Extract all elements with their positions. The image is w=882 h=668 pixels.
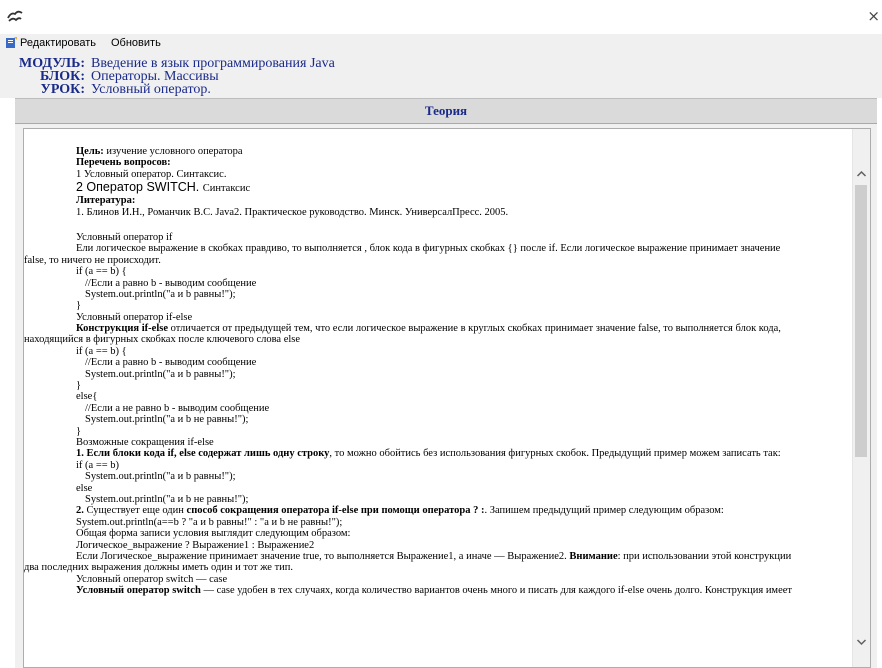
switch-desc: Условный оператор switch — case удобен в… bbox=[76, 585, 792, 597]
scroll-down-icon[interactable] bbox=[856, 637, 867, 647]
lesson-row: УРОК: Условный оператор. bbox=[0, 82, 211, 98]
edit-icon bbox=[6, 37, 17, 48]
code-line: //Если a равно b - выводим сообщение bbox=[85, 277, 257, 289]
short-1: 1. Если блоки кода if, else содержат лиш… bbox=[76, 448, 781, 460]
if-desc-1: Ели логическое выражение в скобках правд… bbox=[76, 243, 781, 255]
code-line: System.out.println(a==b ? "a и b равны!"… bbox=[76, 516, 343, 528]
menu-item-edit[interactable]: Редактировать bbox=[20, 37, 96, 49]
ifelse-title: Условный оператор if-else bbox=[76, 311, 193, 323]
code-line: System.out.println("a и b равны!"); bbox=[85, 288, 236, 300]
code-line: //Если a равно b - выводим сообщение bbox=[85, 357, 257, 369]
code-line: System.out.println("a и b не равны!"); bbox=[85, 493, 249, 505]
lesson-label: УРОК: bbox=[40, 82, 85, 97]
if-true-2: два последних выражения должны иметь оди… bbox=[24, 562, 294, 574]
literature-line: Литература: bbox=[76, 195, 136, 207]
code-line: if (a == b) { bbox=[76, 266, 127, 278]
code-line: } bbox=[76, 380, 82, 392]
tab-theory-label: Теория bbox=[424, 103, 468, 118]
title-bar: × bbox=[0, 0, 882, 34]
if-true-1: Если Логическое_выражение принимает знач… bbox=[76, 550, 792, 562]
scrollbar-thumb[interactable] bbox=[855, 185, 867, 457]
app-icon bbox=[7, 10, 23, 22]
lesson-info-panel: МОДУЛЬ: Введение в язык программирования … bbox=[0, 52, 882, 98]
form-expr: Логическое_выражение ? Выражение1 : Выра… bbox=[76, 539, 315, 551]
ifelse-desc-1: Конструкция if-else отличается от предыд… bbox=[76, 323, 781, 335]
lesson-value: Условный оператор. bbox=[91, 82, 211, 97]
ifelse-desc-2: находящийся в фигурных скобках после клю… bbox=[24, 334, 301, 346]
short-title: Возможные сокращения if-else bbox=[76, 436, 214, 448]
theory-text: Цель: изучение условного оператора Переч… bbox=[24, 146, 850, 596]
vertical-scrollbar[interactable] bbox=[852, 129, 870, 667]
menu-item-refresh[interactable]: Обновить bbox=[111, 37, 161, 49]
code-line: else bbox=[76, 482, 93, 494]
tab-theory[interactable]: Теория bbox=[15, 98, 877, 124]
code-line: if (a == b) { bbox=[76, 345, 127, 357]
literature-item: 1. Блинов И.Н., Романчик В.С. Java2. Пра… bbox=[76, 206, 509, 218]
if-desc-2: false, то ничего не происходит. bbox=[24, 254, 161, 266]
short-2: 2. Существует еще один способ сокращения… bbox=[76, 505, 724, 517]
switch-title: Условный оператор switch — case bbox=[76, 573, 228, 585]
question-1: 1 Условный оператор. Синтаксис. bbox=[76, 168, 227, 180]
if-title: Условный оператор if bbox=[76, 231, 173, 243]
code-line: else{ bbox=[76, 391, 98, 403]
code-line: System.out.println("a и b равны!"); bbox=[85, 368, 236, 380]
question-2: 2 Оператор SWITCH. Синтаксис bbox=[76, 180, 251, 195]
scroll-up-icon[interactable] bbox=[856, 169, 867, 179]
code-line: if (a == b) bbox=[76, 459, 120, 471]
questions-line: Перечень вопросов: bbox=[76, 157, 171, 169]
code-line: } bbox=[76, 300, 82, 312]
close-icon[interactable]: × bbox=[867, 8, 880, 24]
code-line: //Если a не равно b - выводим сообщение bbox=[85, 402, 270, 414]
code-line: System.out.println("a и b не равны!"); bbox=[85, 414, 249, 426]
goal-line: Цель: изучение условного оператора bbox=[76, 146, 243, 157]
code-line: System.out.println("a и b равны!"); bbox=[85, 471, 236, 483]
theory-content: Цель: изучение условного оператора Переч… bbox=[23, 128, 871, 668]
form-line: Общая форма записи условия выглядит след… bbox=[76, 528, 351, 540]
code-line: } bbox=[76, 425, 82, 437]
menu-bar: Редактировать Обновить bbox=[0, 34, 882, 52]
